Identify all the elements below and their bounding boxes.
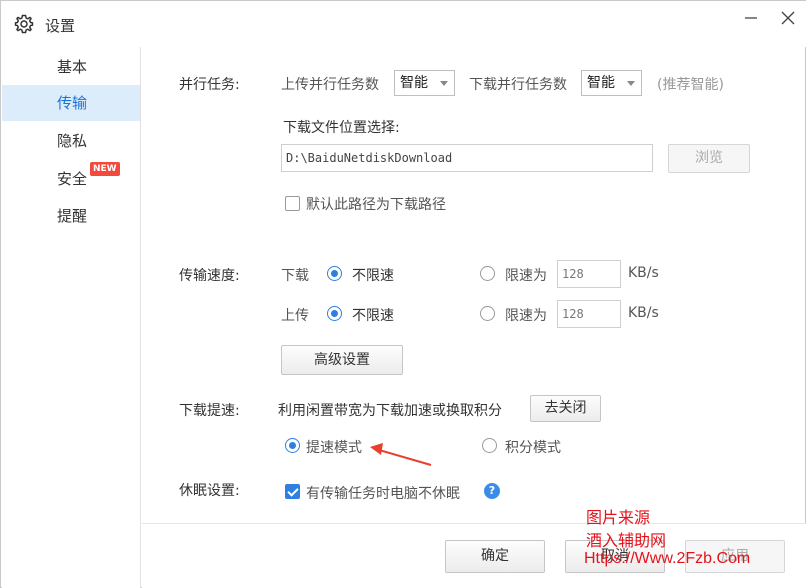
transfer-speed-label: 传输速度: (179, 268, 240, 284)
upload-parallel-select[interactable]: 智能 (394, 70, 455, 96)
sidebar-item-reminder[interactable]: 提醒 (2, 198, 140, 234)
download-unlimited-label: 不限速 (352, 268, 394, 284)
upload-limit-radio[interactable] (480, 306, 495, 321)
title-bar: 设置 (1, 1, 806, 47)
transfer-settings-panel: 并行任务: 上传并行任务数 智能 下载并行任务数 智能 (推荐智能) 下载文件位… (142, 47, 806, 523)
upload-parallel-value: 智能 (400, 75, 428, 91)
download-speed-label: 下载 (281, 268, 309, 284)
advanced-settings-button[interactable]: 高级设置 (281, 345, 403, 375)
default-path-label: 默认此路径为下载路径 (306, 197, 446, 213)
window-title: 设置 (45, 17, 76, 35)
points-mode-radio[interactable] (482, 438, 497, 453)
chevron-down-icon (627, 81, 635, 86)
download-limit-input[interactable]: 128 (557, 260, 621, 288)
download-parallel-label: 下载并行任务数 (469, 77, 567, 93)
download-unlimited-radio[interactable] (327, 266, 342, 281)
help-icon[interactable]: ? (484, 483, 500, 499)
speed-mode-radio[interactable] (285, 438, 300, 453)
download-parallel-value: 智能 (587, 75, 615, 91)
upload-unlimited-label: 不限速 (352, 308, 394, 324)
download-limit-label: 限速为 (505, 268, 547, 284)
download-path-field[interactable]: D:\BaiduNetdiskDownload (281, 144, 653, 172)
ok-button[interactable]: 确定 (445, 540, 545, 573)
upload-speed-label: 上传 (281, 308, 309, 324)
chevron-down-icon (440, 81, 448, 86)
upload-parallel-label: 上传并行任务数 (281, 77, 379, 93)
default-path-checkbox[interactable] (285, 196, 300, 211)
red-arrow-annotation (370, 443, 432, 466)
sleep-settings-label: 休眠设置: (179, 483, 240, 499)
speed-mode-label: 提速模式 (306, 440, 362, 456)
download-parallel-select[interactable]: 智能 (581, 70, 642, 96)
watermark-line-3: Https://Www.2Fzb.Com (584, 550, 751, 567)
boost-description: 利用闲置带宽为下载加速或换取积分 (278, 403, 502, 419)
recommend-hint: (推荐智能) (657, 77, 724, 93)
upload-limit-label: 限速为 (505, 308, 547, 324)
minimize-button[interactable] (740, 7, 762, 29)
sidebar-item-transfer[interactable]: 传输 (2, 85, 140, 121)
no-sleep-label: 有传输任务时电脑不休眠 (306, 486, 460, 502)
points-mode-label: 积分模式 (505, 440, 561, 456)
download-limit-radio[interactable] (480, 266, 495, 281)
upload-limit-unit: KB/s (628, 305, 659, 321)
settings-sidebar: 基本 传输 隐私 安全 NEW 提醒 (2, 47, 141, 588)
gear-icon (14, 14, 34, 34)
watermark-line-2: 酒入辅助网 (586, 531, 667, 550)
sidebar-item-label: 安全 (57, 170, 88, 188)
sidebar-item-basic[interactable]: 基本 (2, 49, 140, 85)
close-button[interactable] (777, 7, 799, 29)
download-location-label: 下载文件位置选择: (283, 120, 400, 136)
close-boost-button[interactable]: 去关闭 (530, 395, 601, 422)
watermark-line-1: 图片来源 (586, 508, 651, 527)
parallel-tasks-label: 并行任务: (179, 77, 240, 93)
sidebar-item-privacy[interactable]: 隐私 (2, 123, 140, 159)
new-badge: NEW (90, 162, 120, 176)
download-limit-unit: KB/s (628, 265, 659, 281)
no-sleep-checkbox[interactable] (285, 484, 300, 499)
browse-button[interactable]: 浏览 (668, 144, 750, 173)
upload-limit-input[interactable]: 128 (557, 300, 621, 328)
download-boost-label: 下载提速: (179, 403, 240, 419)
sidebar-item-security[interactable]: 安全 NEW (2, 161, 140, 197)
settings-window: 设置 基本 传输 隐私 安全 NEW 提醒 并行任务: 上传并行任务数 智能 下… (0, 0, 806, 588)
upload-unlimited-radio[interactable] (327, 306, 342, 321)
